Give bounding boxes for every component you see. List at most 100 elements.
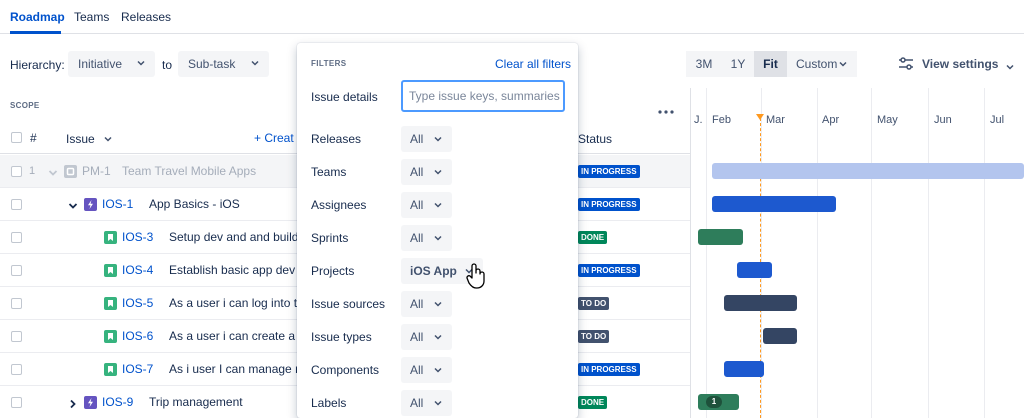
issue-title: As i user I can manage my p xyxy=(169,362,297,376)
issue-key[interactable]: IOS-1 xyxy=(102,197,133,211)
filter-label-components: Components xyxy=(311,363,380,377)
timeline-bar-pm-1[interactable] xyxy=(712,163,1024,179)
issue-key[interactable]: IOS-6 xyxy=(122,329,153,343)
view-settings-label: View settings xyxy=(922,57,999,71)
tab-releases[interactable]: Releases xyxy=(121,10,171,24)
timeline-bar-ios-4[interactable] xyxy=(737,262,772,278)
hierarchy-to-select[interactable]: Sub-task xyxy=(178,51,269,77)
chevron-down-icon xyxy=(1006,60,1015,70)
issue-key[interactable]: PM-1 xyxy=(82,164,111,178)
today-marker-icon xyxy=(756,114,764,120)
row-checkbox[interactable] xyxy=(11,199,22,210)
status-badge: TO DO xyxy=(578,330,610,343)
zoom-3m-button[interactable]: 3M xyxy=(686,51,722,77)
initiative-icon xyxy=(64,165,77,178)
timeline-bar-ios-5[interactable] xyxy=(724,295,797,311)
hierarchy-to-value: Sub-task xyxy=(188,57,236,71)
filter-select-assignees[interactable]: All xyxy=(401,192,452,218)
more-horizontal-icon[interactable] xyxy=(658,104,674,114)
row-checkbox[interactable] xyxy=(11,298,22,309)
status-badge: IN PROGRESS xyxy=(578,264,640,277)
chevron-down-icon xyxy=(434,366,442,374)
clear-all-filters-link[interactable]: Clear all filters xyxy=(495,57,571,71)
chevron-down-icon xyxy=(434,333,442,341)
issue-key[interactable]: IOS-3 xyxy=(122,230,153,244)
chevron-down-icon xyxy=(434,135,442,143)
chevron-right-icon[interactable] xyxy=(68,398,78,409)
issue-key[interactable]: IOS-7 xyxy=(122,362,153,376)
tab-teams[interactable]: Teams xyxy=(74,10,109,24)
chevron-down-icon xyxy=(434,234,442,242)
filter-select-issue-sources[interactable]: All xyxy=(401,291,452,317)
row-checkbox[interactable] xyxy=(11,397,22,408)
filter-select-releases[interactable]: All xyxy=(401,126,452,152)
timeline-bar-ios-1[interactable] xyxy=(712,196,836,212)
timeline-bar-ios-3[interactable] xyxy=(698,229,743,245)
status-badge: IN PROGRESS xyxy=(578,198,640,211)
story-bookmark-icon xyxy=(104,330,117,343)
filter-select-teams[interactable]: All xyxy=(401,159,452,185)
issue-title: As a user i can log into the s xyxy=(169,296,297,310)
filter-select-labels[interactable]: All xyxy=(401,390,452,416)
timeline-bar-ios-9[interactable]: 1 xyxy=(698,394,739,410)
chevron-down-icon xyxy=(434,168,442,176)
scope-label: SCOPE xyxy=(10,101,40,110)
story-bookmark-icon xyxy=(104,297,117,310)
month-divider xyxy=(928,88,929,418)
view-settings-button[interactable]: View settings xyxy=(898,52,1015,76)
zoom-fit-button[interactable]: Fit xyxy=(754,51,787,77)
hierarchy-from-select[interactable]: Initiative xyxy=(68,51,155,77)
timeline-bar-ios-6[interactable] xyxy=(763,328,797,344)
filter-select-value: All xyxy=(410,231,424,245)
timeline-bar-ios-7[interactable] xyxy=(724,361,764,377)
chevron-down-icon[interactable] xyxy=(68,200,78,210)
filter-label-teams: Teams xyxy=(311,165,347,179)
issue-key[interactable]: IOS-4 xyxy=(122,263,153,277)
filter-label-assignees: Assignees xyxy=(311,198,367,212)
issue-title: Setup dev and and build en xyxy=(169,230,297,244)
month-divider xyxy=(817,88,818,418)
bar-count-badge: 1 xyxy=(706,396,722,408)
top-tabs: Roadmap Teams Releases xyxy=(0,0,1024,34)
zoom-custom-label: Custom xyxy=(796,57,838,71)
issue-title: Establish basic app dev fra xyxy=(169,263,297,277)
chevron-down-icon xyxy=(434,201,442,209)
row-number: 1 xyxy=(29,165,36,177)
chevron-down-icon xyxy=(839,60,847,68)
issue-key[interactable]: IOS-9 xyxy=(102,395,133,409)
column-issue-label: Issue xyxy=(66,132,95,146)
tab-roadmap[interactable]: Roadmap xyxy=(10,10,65,24)
filter-select-value: iOS App xyxy=(410,264,457,278)
zoom-1y-button[interactable]: 1Y xyxy=(722,51,754,77)
zoom-custom-button[interactable]: Custom xyxy=(787,51,857,77)
row-checkbox[interactable] xyxy=(11,232,22,243)
epic-lightning-icon xyxy=(84,198,97,211)
hierarchy-label: Hierarchy: xyxy=(10,58,65,72)
column-issue-header[interactable]: Issue xyxy=(66,132,112,146)
story-bookmark-icon xyxy=(104,231,117,244)
column-number-header: # xyxy=(30,131,37,145)
hand-cursor-icon xyxy=(466,263,486,289)
select-all-checkbox[interactable] xyxy=(11,132,22,143)
filter-select-sprints[interactable]: All xyxy=(401,225,452,251)
sliders-icon xyxy=(898,57,914,71)
create-issue-button[interactable]: + Creat xyxy=(254,131,294,145)
filter-select-value: All xyxy=(410,132,424,146)
status-badge: DONE xyxy=(578,231,608,244)
row-checkbox[interactable] xyxy=(11,166,22,177)
chevron-down-icon[interactable] xyxy=(48,167,58,177)
row-checkbox[interactable] xyxy=(11,265,22,276)
row-checkbox[interactable] xyxy=(11,364,22,375)
issue-details-input[interactable] xyxy=(401,80,565,112)
chevron-down-icon xyxy=(434,399,442,407)
chevron-down-icon xyxy=(251,59,259,67)
filter-select-value: All xyxy=(410,363,424,377)
filter-select-components[interactable]: All xyxy=(401,357,452,383)
issue-key[interactable]: IOS-5 xyxy=(122,296,153,310)
status-badge: DONE xyxy=(578,396,608,409)
epic-lightning-icon xyxy=(84,396,97,409)
filter-select-issue-types[interactable]: All xyxy=(401,324,452,350)
month-label: Jun xyxy=(934,114,952,126)
status-badge: IN PROGRESS xyxy=(578,363,640,376)
row-checkbox[interactable] xyxy=(11,331,22,342)
